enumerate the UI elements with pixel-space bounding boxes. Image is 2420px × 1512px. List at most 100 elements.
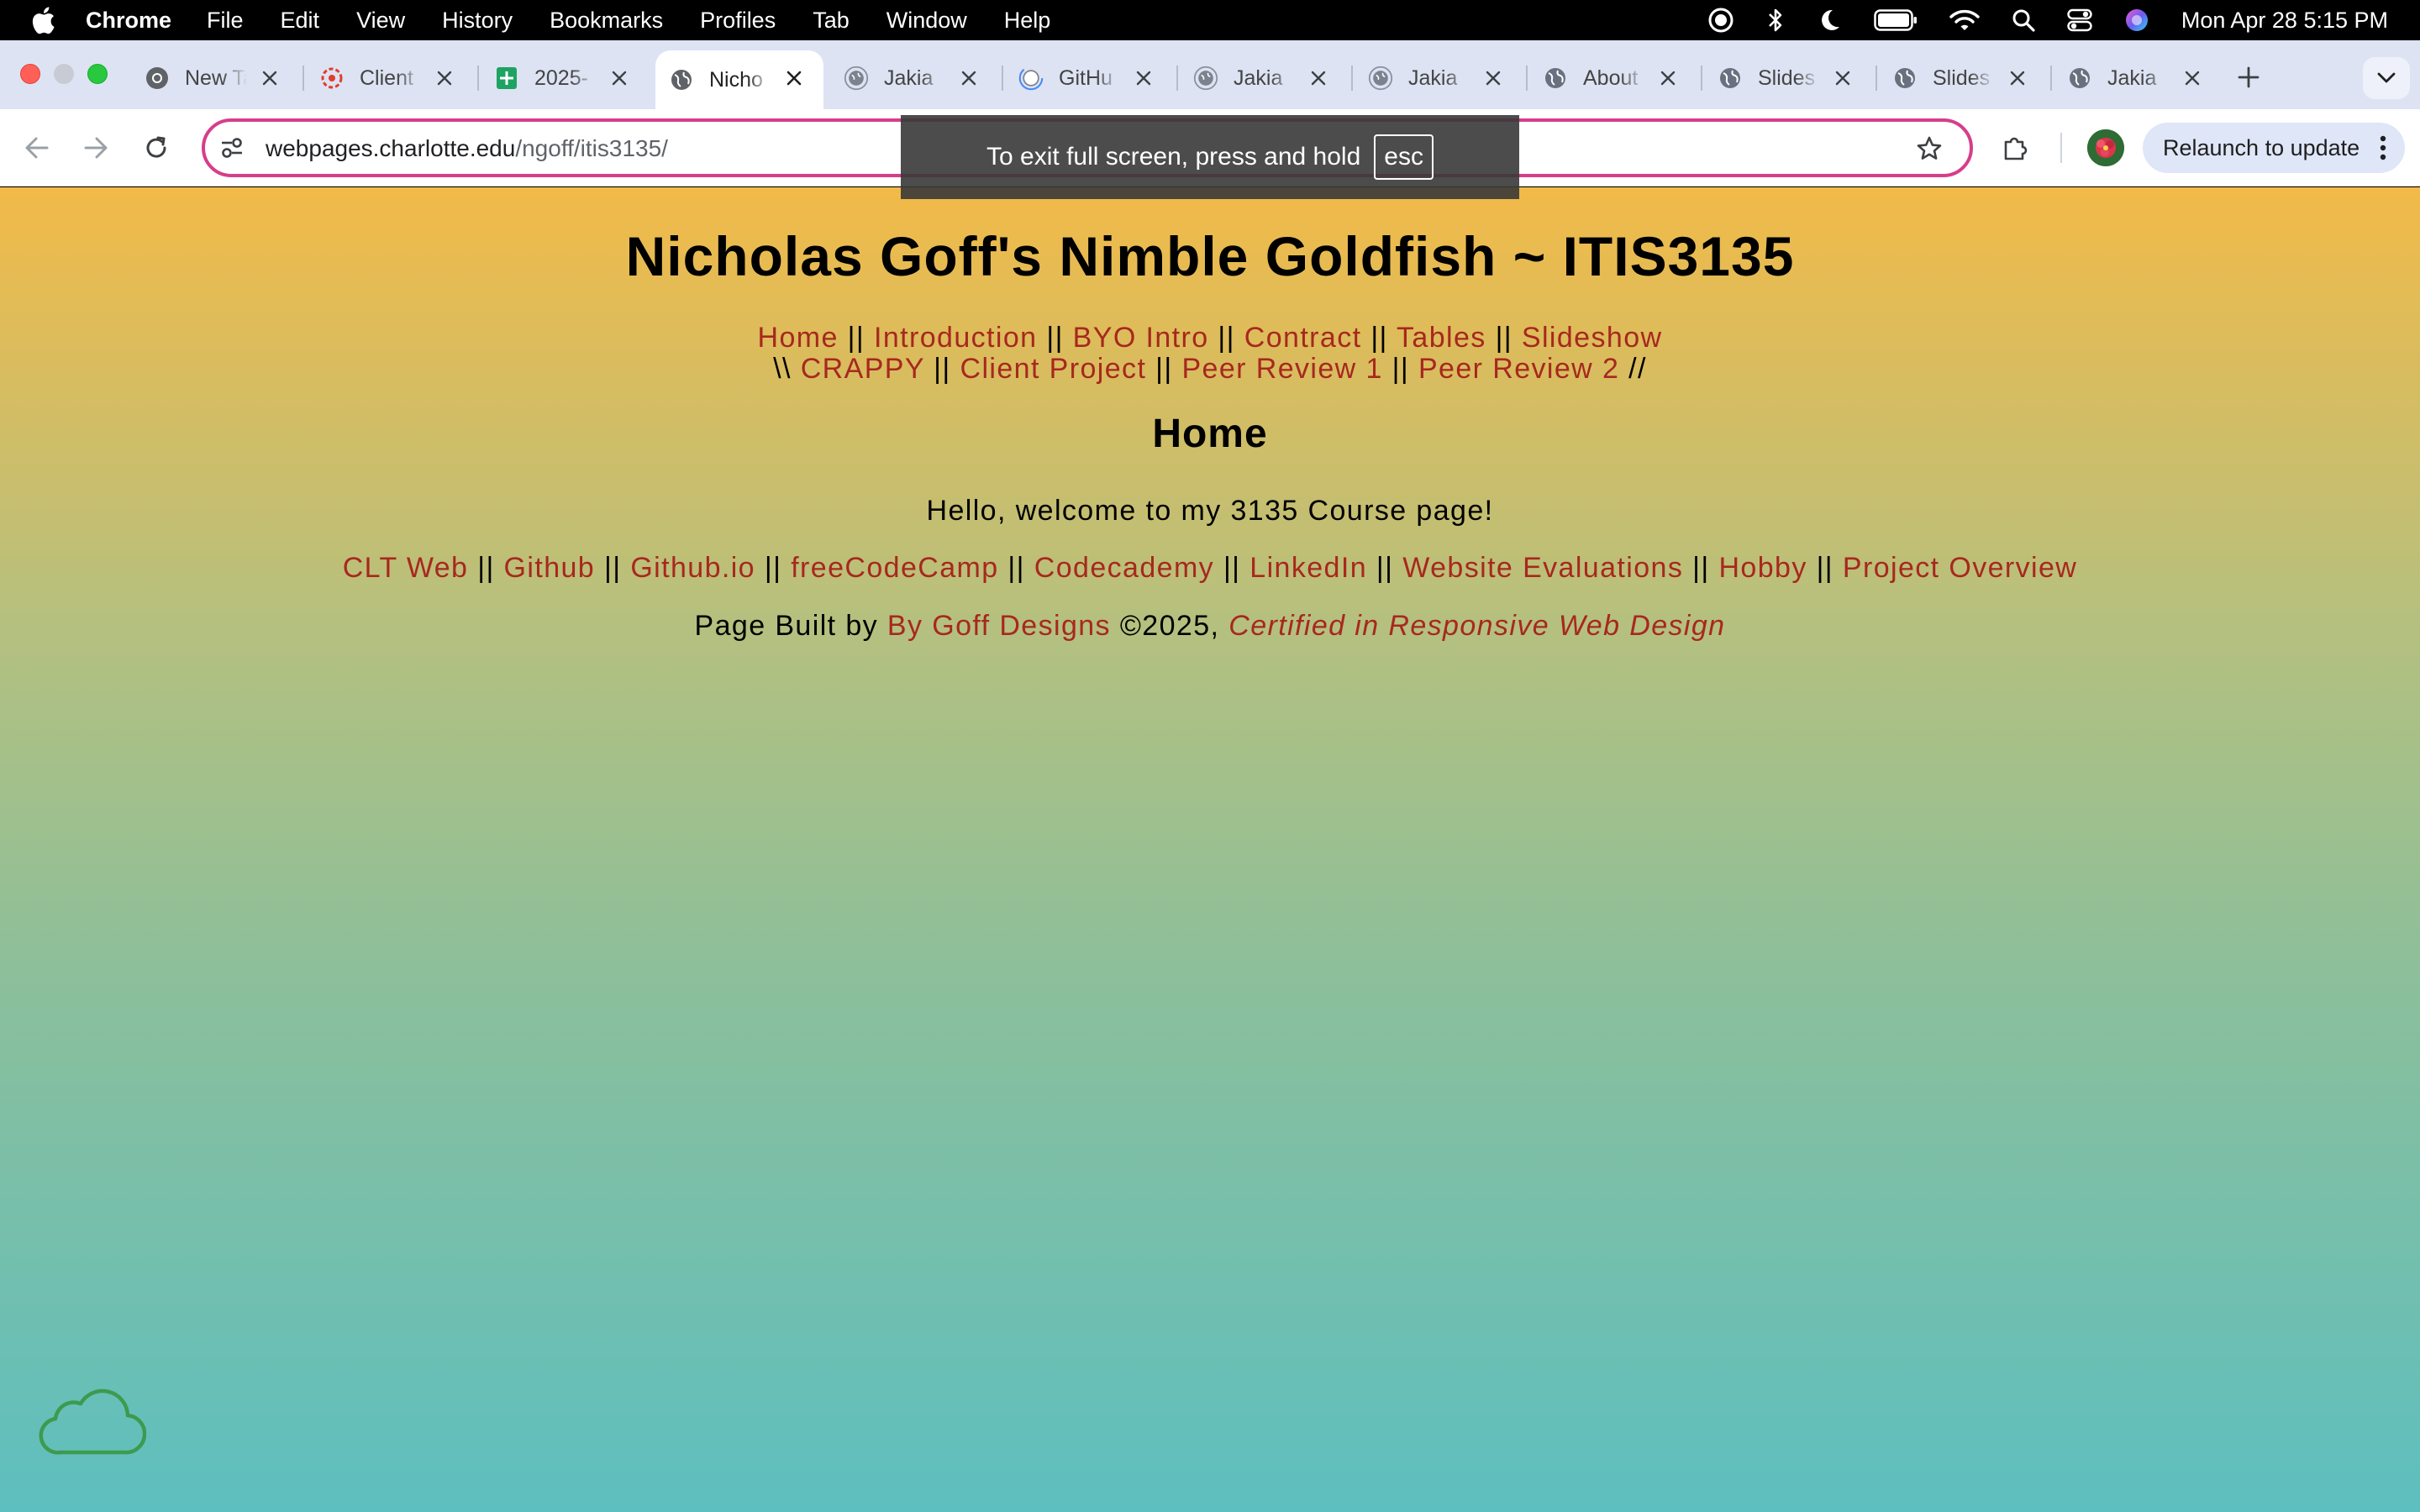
tab-about[interactable]: About bbox=[1529, 50, 1697, 106]
tab-search-chevron-icon[interactable] bbox=[2363, 57, 2410, 99]
secondary-nav: \\ CRAPPY || Client Project || Peer Revi… bbox=[0, 353, 2420, 385]
footer-year: ©2025, bbox=[1119, 610, 1220, 642]
nav-link-introduction[interactable]: Introduction bbox=[874, 322, 1037, 354]
tab-slides-1[interactable]: Slides bbox=[1704, 50, 1872, 106]
menu-history[interactable]: History bbox=[442, 8, 513, 34]
nav-link-slideshow[interactable]: Slideshow bbox=[1522, 322, 1663, 354]
close-tab-icon[interactable] bbox=[259, 67, 281, 89]
tab-jakia-2[interactable]: Jakia bbox=[1180, 50, 1348, 106]
chrome-icon bbox=[145, 66, 170, 91]
reload-icon[interactable] bbox=[138, 129, 175, 166]
browser-tab-strip: New Tab Client 2025- Nicho bbox=[0, 40, 2420, 109]
close-tab-icon[interactable] bbox=[1307, 67, 1329, 89]
close-tab-icon[interactable] bbox=[2007, 67, 2028, 89]
menu-file[interactable]: File bbox=[207, 8, 244, 34]
link-github-io[interactable]: Github.io bbox=[630, 552, 755, 584]
site-title: Nicholas Goff's Nimble Goldfish ~ ITIS31… bbox=[625, 225, 1795, 287]
link-codecademy[interactable]: Codecademy bbox=[1034, 552, 1214, 584]
close-tab-icon[interactable] bbox=[783, 67, 805, 89]
window-close-button[interactable] bbox=[20, 64, 40, 84]
link-hobby[interactable]: Hobby bbox=[1718, 552, 1807, 584]
sheets-icon bbox=[494, 66, 519, 91]
focus-moon-icon[interactable] bbox=[1817, 8, 1842, 33]
menu-view[interactable]: View bbox=[356, 8, 405, 34]
back-arrow-icon[interactable] bbox=[18, 129, 55, 166]
nav-link-client-project[interactable]: Client Project bbox=[960, 353, 1147, 385]
nav-separator: || bbox=[1392, 353, 1410, 385]
profile-avatar[interactable] bbox=[2087, 129, 2124, 166]
bluetooth-icon[interactable] bbox=[1766, 7, 1785, 34]
tab-sheet-2025[interactable]: 2025- bbox=[481, 50, 649, 106]
menu-edit[interactable]: Edit bbox=[281, 8, 320, 34]
menu-app-name[interactable]: Chrome bbox=[86, 8, 171, 34]
tab-github[interactable]: GitHu bbox=[1005, 50, 1173, 106]
battery-icon[interactable] bbox=[1874, 9, 1918, 31]
bookmark-star-icon[interactable] bbox=[1914, 134, 1944, 164]
spotlight-search-icon[interactable] bbox=[2012, 8, 2035, 32]
link-linkedin[interactable]: LinkedIn bbox=[1249, 552, 1367, 584]
fullscreen-exit-toast: To exit full screen, press and hold esc bbox=[901, 115, 1519, 199]
extensions-puzzle-icon[interactable] bbox=[1996, 129, 2033, 166]
screen-record-icon[interactable] bbox=[1707, 7, 1734, 34]
tab-client[interactable]: Client bbox=[306, 50, 474, 106]
tab-new-tab[interactable]: New Tab bbox=[131, 50, 299, 106]
more-menu-icon[interactable] bbox=[2376, 134, 2390, 161]
web-page-content: Nicholas Goff's Nimble Goldfish ~ ITIS31… bbox=[0, 187, 2420, 1512]
nav-link-peer-review-1[interactable]: Peer Review 1 bbox=[1181, 353, 1382, 385]
nav-separator: || bbox=[1155, 353, 1173, 385]
tab-separator bbox=[1701, 66, 1702, 91]
siri-icon[interactable] bbox=[2124, 8, 2149, 33]
menu-help[interactable]: Help bbox=[1004, 8, 1051, 34]
tab-slides-2[interactable]: Slides bbox=[1879, 50, 2047, 106]
nav-separator: || bbox=[1495, 322, 1513, 354]
footer-brand-link[interactable]: By Goff Designs bbox=[887, 610, 1111, 642]
tab-jakia-4[interactable]: Jakia bbox=[2054, 50, 2222, 106]
footer-certification-link[interactable]: Certified in Responsive Web Design bbox=[1228, 610, 1725, 642]
nav-link-byo-intro[interactable]: BYO Intro bbox=[1073, 322, 1209, 354]
tab-title: Nicho bbox=[709, 67, 763, 92]
loading-globe-icon bbox=[1193, 66, 1218, 91]
nav-link-tables[interactable]: Tables bbox=[1397, 322, 1486, 354]
menu-window[interactable]: Window bbox=[886, 8, 967, 34]
close-tab-icon[interactable] bbox=[2181, 67, 2203, 89]
close-tab-icon[interactable] bbox=[1657, 67, 1679, 89]
close-tab-icon[interactable] bbox=[1832, 67, 1854, 89]
menu-tab[interactable]: Tab bbox=[813, 8, 850, 34]
nav-link-peer-review-2[interactable]: Peer Review 2 bbox=[1418, 353, 1619, 385]
footer-prefix: Page Built by bbox=[694, 610, 879, 642]
link-freecodecamp[interactable]: freeCodeCamp bbox=[791, 552, 998, 584]
tab-jakia-1[interactable]: Jakia bbox=[830, 50, 998, 106]
page-heading: Home bbox=[1152, 412, 1268, 456]
forward-arrow-icon[interactable] bbox=[77, 129, 114, 166]
wifi-icon[interactable] bbox=[1949, 8, 1980, 32]
link-website-evaluations[interactable]: Website Evaluations bbox=[1402, 552, 1683, 584]
tab-nicholas-active[interactable]: Nicho bbox=[655, 50, 823, 109]
close-tab-icon[interactable] bbox=[1482, 67, 1504, 89]
relaunch-to-update-button[interactable]: Relaunch to update bbox=[2143, 123, 2405, 173]
control-center-icon[interactable] bbox=[2067, 8, 2092, 32]
tab-title: Jakia bbox=[884, 66, 934, 90]
close-tab-icon[interactable] bbox=[434, 67, 455, 89]
url-text[interactable]: webpages.charlotte.edu/ngoff/itis3135/ bbox=[266, 135, 668, 162]
close-tab-icon[interactable] bbox=[1133, 67, 1155, 89]
link-clt-web[interactable]: CLT Web bbox=[343, 552, 469, 584]
menu-bookmarks[interactable]: Bookmarks bbox=[550, 8, 663, 34]
tab-jakia-3[interactable]: Jakia bbox=[1355, 50, 1523, 106]
new-tab-plus-icon[interactable] bbox=[2232, 60, 2265, 94]
menu-bar-clock[interactable]: Mon Apr 28 5:15 PM bbox=[2181, 8, 2388, 34]
window-minimize-button[interactable] bbox=[54, 64, 74, 84]
close-tab-icon[interactable] bbox=[608, 67, 630, 89]
window-zoom-button[interactable] bbox=[87, 64, 108, 84]
site-info-tune-icon[interactable] bbox=[217, 133, 247, 163]
apple-icon[interactable] bbox=[30, 6, 59, 34]
tab-separator bbox=[1351, 66, 1353, 91]
cloud-icon[interactable] bbox=[37, 1385, 147, 1456]
link-project-overview[interactable]: Project Overview bbox=[1843, 552, 2077, 584]
menu-profiles[interactable]: Profiles bbox=[700, 8, 776, 34]
tab-separator bbox=[1876, 66, 1877, 91]
nav-link-contract[interactable]: Contract bbox=[1244, 322, 1362, 354]
nav-link-crappy[interactable]: CRAPPY bbox=[801, 353, 925, 385]
link-github[interactable]: Github bbox=[504, 552, 596, 584]
close-tab-icon[interactable] bbox=[958, 67, 980, 89]
nav-link-home[interactable]: Home bbox=[758, 322, 839, 354]
